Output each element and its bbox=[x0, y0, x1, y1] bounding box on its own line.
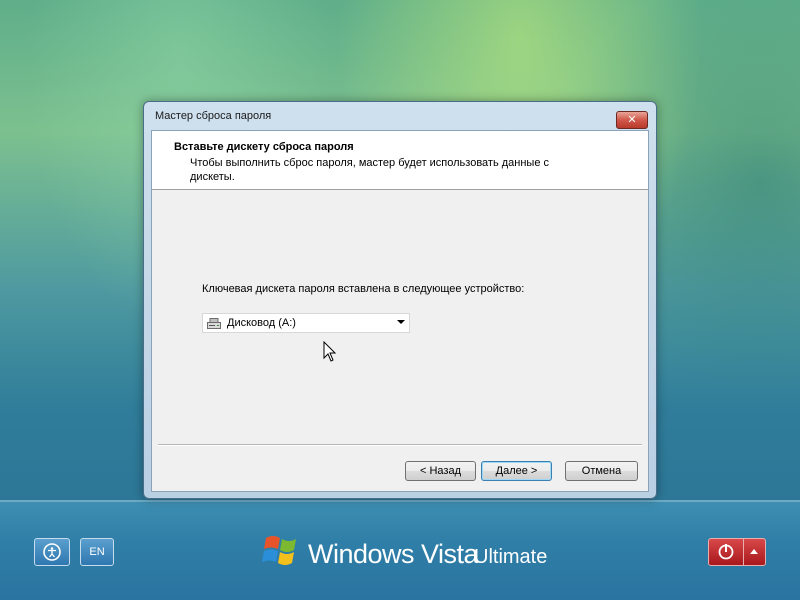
power-icon bbox=[718, 544, 734, 560]
windows-vista-branding: Windows Vista Ultimate bbox=[258, 528, 558, 576]
device-label: Ключевая дискета пароля вставлена в след… bbox=[202, 283, 525, 295]
close-icon: ✕ bbox=[627, 113, 637, 126]
wizard-header-title: Вставьте дискету сброса пароля bbox=[174, 141, 354, 153]
wizard-client-area: Вставьте дискету сброса пароля Чтобы вып… bbox=[151, 130, 649, 492]
windows-logo-icon bbox=[262, 536, 296, 565]
ease-of-access-icon bbox=[43, 543, 61, 561]
mouse-cursor-icon bbox=[323, 341, 337, 362]
chevron-down-icon[interactable] bbox=[397, 320, 405, 324]
next-button[interactable]: Далее > bbox=[481, 461, 552, 481]
floppy-drive-icon bbox=[207, 318, 221, 329]
ease-of-access-button[interactable] bbox=[34, 538, 70, 566]
password-reset-wizard-window: Мастер сброса пароля ✕ Вставьте дискету … bbox=[143, 101, 657, 499]
back-button[interactable]: < Назад bbox=[405, 461, 476, 481]
product-name: Windows Vista bbox=[308, 539, 479, 569]
window-title: Мастер сброса пароля bbox=[155, 110, 272, 122]
device-select[interactable]: Дисковод (A:) bbox=[202, 313, 410, 333]
power-options-button[interactable] bbox=[744, 538, 766, 566]
product-edition: Ultimate bbox=[474, 546, 548, 568]
language-button[interactable]: EN bbox=[80, 538, 114, 566]
wizard-header: Вставьте дискету сброса пароля Чтобы вып… bbox=[152, 131, 648, 190]
cancel-button[interactable]: Отмена bbox=[565, 461, 638, 481]
footer-separator bbox=[158, 444, 642, 446]
power-button[interactable] bbox=[708, 538, 744, 566]
wizard-header-description: Чтобы выполнить сброс пароля, мастер буд… bbox=[190, 157, 550, 183]
device-select-value: Дисковод (A:) bbox=[227, 317, 296, 329]
close-button[interactable]: ✕ bbox=[616, 111, 648, 129]
window-titlebar[interactable]: Мастер сброса пароля ✕ bbox=[144, 102, 656, 130]
